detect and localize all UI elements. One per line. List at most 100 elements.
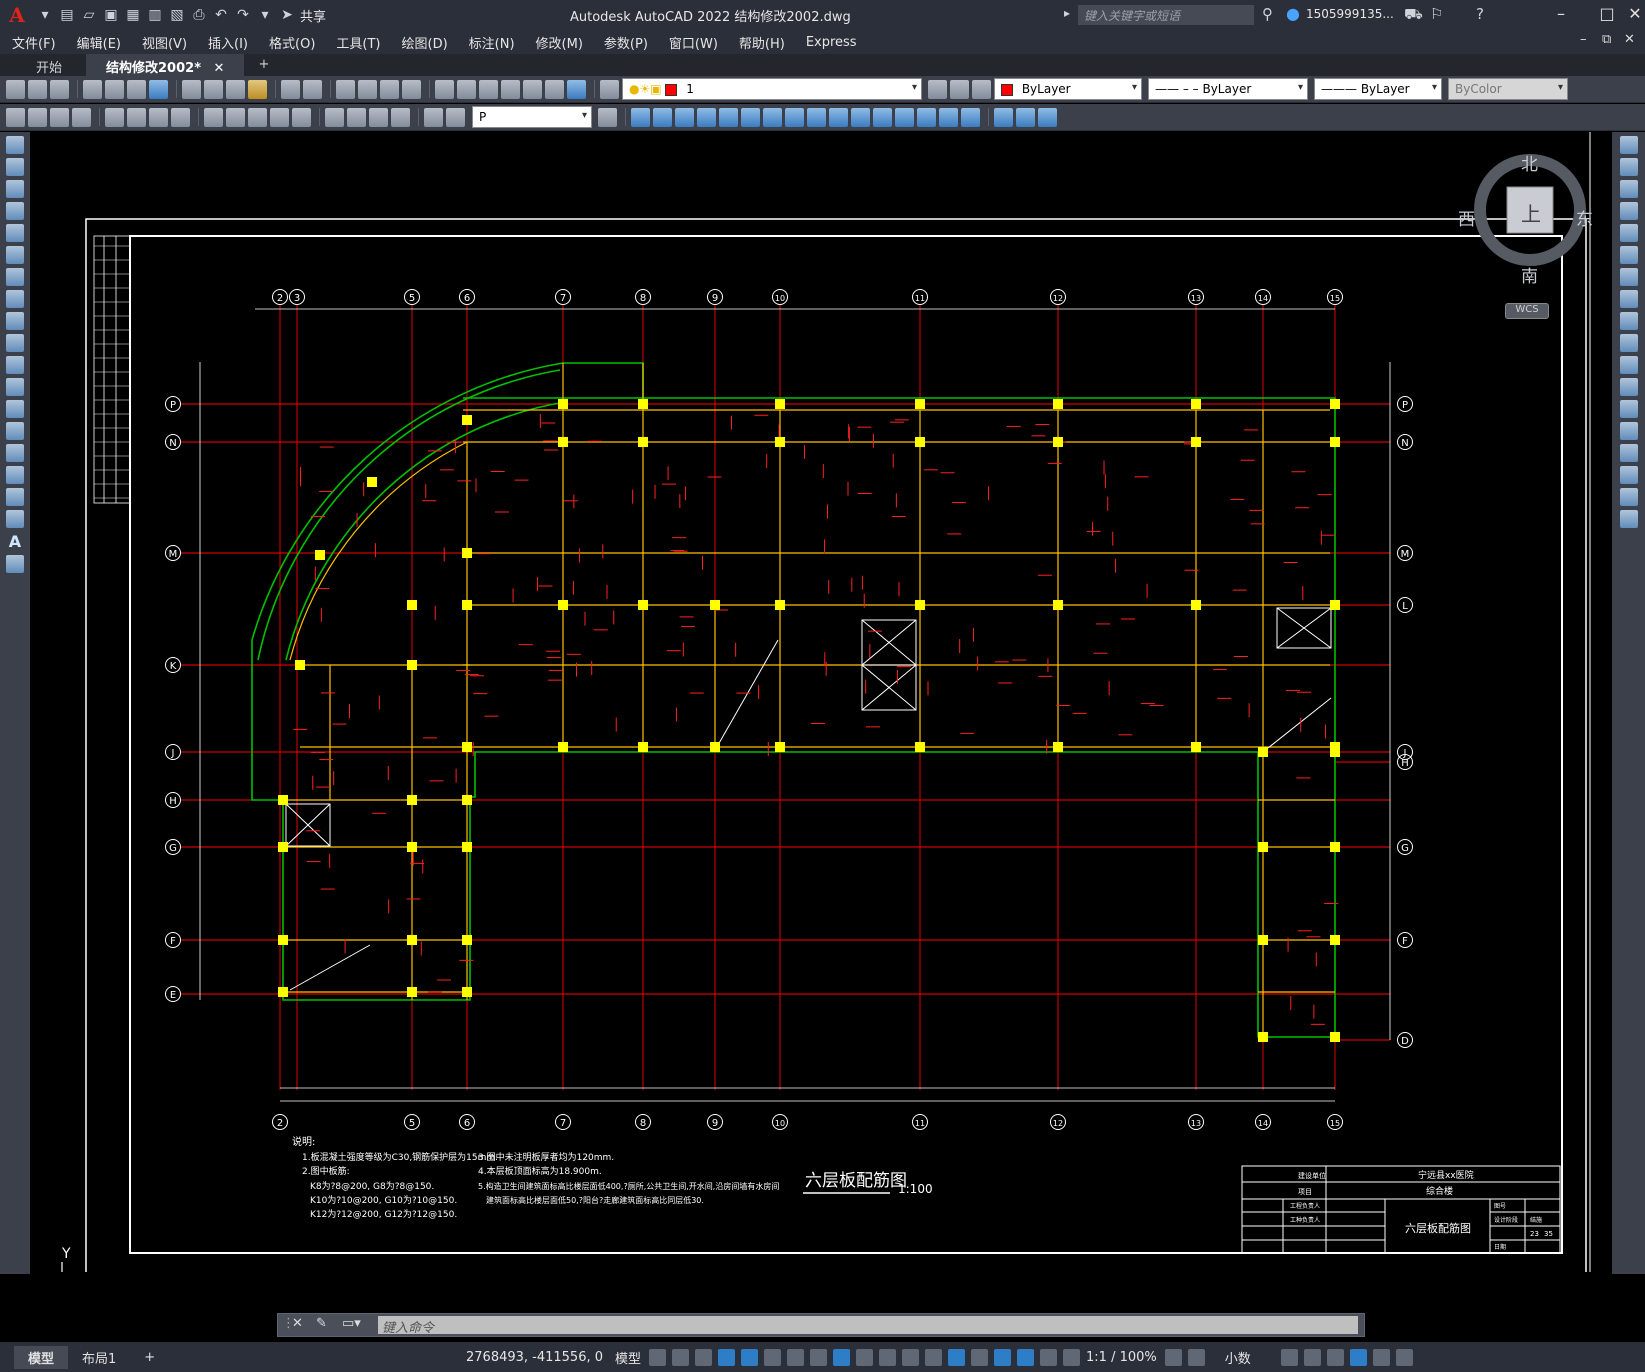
object-snap-tracking-icon[interactable] <box>810 1348 828 1366</box>
new-file-icon[interactable]: ▤ <box>56 4 78 26</box>
doc-minimize-button[interactable]: – <box>1580 32 1587 47</box>
menu-window[interactable]: 窗口(W) <box>669 33 718 52</box>
wcs-menu[interactable]: WCS <box>1505 303 1549 319</box>
search-chevron-icon[interactable]: ▸ <box>1064 6 1070 20</box>
continue-dim-icon[interactable] <box>248 107 267 127</box>
search-input[interactable]: 键入关键字或短语 <box>1078 5 1254 25</box>
layer-state-manager-icon[interactable] <box>972 79 991 99</box>
explode-icon[interactable] <box>961 107 980 127</box>
dim-style-icon[interactable] <box>598 107 617 127</box>
auto-scale-icon[interactable] <box>1040 1348 1058 1366</box>
customize-status-icon[interactable] <box>1395 1348 1413 1366</box>
share-label[interactable]: 共享 <box>300 6 326 25</box>
break-at-point-icon[interactable] <box>1619 378 1638 396</box>
region-icon[interactable] <box>6 488 24 506</box>
app-menu-chevron-icon[interactable]: ▾ <box>34 4 56 26</box>
mirror-side-icon[interactable] <box>1619 180 1638 198</box>
annotation-monitor-icon[interactable] <box>1187 1348 1205 1366</box>
help-icon[interactable]: ? <box>1476 5 1484 23</box>
cmd-close-icon[interactable]: ✕ <box>292 1316 303 1331</box>
maximize-button[interactable]: □ <box>1594 4 1620 26</box>
grid-toggle-icon[interactable] <box>649 1348 667 1366</box>
minimize-button[interactable]: – <box>1548 4 1574 26</box>
break-icon[interactable] <box>873 107 892 127</box>
trim-icon[interactable] <box>829 107 848 127</box>
new-tab-button[interactable]: + <box>248 54 279 76</box>
markup-icon[interactable] <box>523 79 542 99</box>
polar-toggle-icon[interactable] <box>764 1348 782 1366</box>
drawing-canvas[interactable]: 2 3 5 6 7 8 9 10 11 12 13 14 15 2 5 6 7 8 9 10 11 12 13 14 15 P… <box>30 132 1612 1272</box>
paste-icon[interactable] <box>226 79 245 99</box>
chamfer-side-icon[interactable] <box>1619 444 1638 462</box>
autodesk-app-icon[interactable]: ⚐ <box>1430 5 1443 23</box>
zoom-previous-icon[interactable] <box>402 79 421 99</box>
fillet-side-icon[interactable] <box>1619 466 1638 484</box>
tab-close-icon[interactable]: ✕ <box>214 61 225 76</box>
menu-help[interactable]: 帮助(H) <box>739 33 785 52</box>
3d-dwf-icon[interactable] <box>149 79 168 99</box>
lineweight-dropdown[interactable]: ——— ByLayer ▾ <box>1314 78 1442 100</box>
lineweight-toggle-icon[interactable] <box>856 1348 874 1366</box>
viewcube[interactable]: 北 南 西 东 上 <box>1458 150 1593 287</box>
properties-icon[interactable] <box>435 79 454 99</box>
linetype-dropdown[interactable]: —— – – ByLayer ▾ <box>1148 78 1308 100</box>
join-icon[interactable] <box>895 107 914 127</box>
tab-model[interactable]: 模型 <box>14 1345 69 1369</box>
close-button[interactable]: ✕ <box>1622 4 1645 26</box>
web-open-icon[interactable]: ▥ <box>144 4 166 26</box>
bring-front-icon[interactable] <box>1016 107 1035 127</box>
baseline-dim-icon[interactable] <box>226 107 245 127</box>
lock-ui-icon[interactable] <box>1303 1348 1321 1366</box>
rectangle-icon[interactable] <box>6 224 24 242</box>
blend-curves-icon[interactable] <box>1619 488 1638 506</box>
isolate-objects-icon[interactable] <box>1326 1348 1344 1366</box>
ortho-toggle-icon[interactable] <box>741 1348 759 1366</box>
copy-object-icon[interactable] <box>653 107 672 127</box>
point-icon[interactable] <box>6 422 24 440</box>
save-as-icon[interactable]: ▦ <box>122 4 144 26</box>
quick-properties-icon[interactable] <box>1280 1348 1298 1366</box>
jogged-dim-icon[interactable] <box>127 107 146 127</box>
ellipse-icon[interactable] <box>6 334 24 352</box>
color-dropdown[interactable]: ByLayer ▾ <box>994 78 1142 100</box>
user-name[interactable]: 1505999135... <box>1306 7 1394 21</box>
diameter-dim-icon[interactable] <box>149 107 168 127</box>
chamfer-icon[interactable] <box>917 107 936 127</box>
customize-qat-icon[interactable]: ▾ <box>254 4 276 26</box>
autocad-logo-icon[interactable]: A <box>0 3 34 27</box>
extend-icon[interactable] <box>851 107 870 127</box>
tool-palettes-icon[interactable] <box>479 79 498 99</box>
dynamic-input-icon[interactable] <box>718 1348 736 1366</box>
selection-filter-icon[interactable] <box>971 1348 989 1366</box>
offset-side-icon[interactable] <box>1619 202 1638 220</box>
trim-side-icon[interactable] <box>1619 334 1638 352</box>
cart-icon[interactable]: ⛟ <box>1404 5 1423 25</box>
menu-dimension[interactable]: 标注(N) <box>469 33 515 52</box>
add-selected-icon[interactable] <box>6 555 24 573</box>
erase-side-icon[interactable] <box>1619 136 1638 154</box>
dim-edit-icon[interactable] <box>424 107 443 127</box>
design-center-icon[interactable] <box>457 79 476 99</box>
units-value[interactable]: 小数 <box>1225 1348 1251 1367</box>
copy-icon[interactable] <box>204 79 223 99</box>
selection-cycling-icon[interactable] <box>902 1348 920 1366</box>
user-icon[interactable]: ● <box>1286 4 1300 23</box>
redo-icon[interactable]: ↷ <box>232 4 254 26</box>
menu-view[interactable]: 视图(V) <box>142 33 187 52</box>
web-save-icon[interactable]: ▧ <box>166 4 188 26</box>
dim-text-edit-icon[interactable] <box>446 107 465 127</box>
quick-dim-icon[interactable] <box>204 107 223 127</box>
viewcube-west[interactable]: 西 <box>1458 205 1475 230</box>
cmd-customize-icon[interactable]: ✎ <box>316 1316 327 1331</box>
erase-icon[interactable] <box>631 107 650 127</box>
calculator-icon[interactable] <box>545 79 564 99</box>
match-properties-icon[interactable] <box>248 79 267 99</box>
annotation-scale-value[interactable]: 1:1 / 100% <box>1086 1350 1157 1365</box>
viewcube-north[interactable]: 北 <box>1521 150 1538 175</box>
viewcube-top-face[interactable]: 上 <box>1521 198 1541 227</box>
draw-order-icon[interactable] <box>994 107 1013 127</box>
menu-express[interactable]: Express <box>806 35 857 50</box>
text-tool-icon[interactable]: A <box>0 532 30 551</box>
spline-icon[interactable] <box>6 312 24 330</box>
redo-tool-icon[interactable] <box>303 79 322 99</box>
